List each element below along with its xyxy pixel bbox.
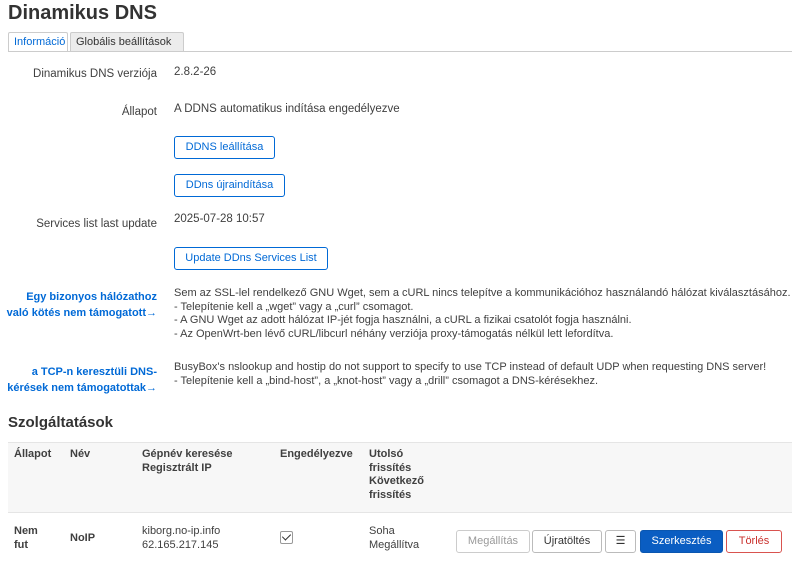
status-label: Állapot — [121, 106, 157, 118]
header-lookup-line: Gépnév keresése — [142, 448, 233, 460]
stop-service-button[interactable]: Megállítás — [456, 530, 530, 553]
service-status-line: Nem — [14, 525, 38, 537]
version-label: Dinamikus DNS verziója — [33, 68, 157, 80]
header-status: Állapot — [14, 448, 52, 460]
warning-link-line: a TCP-n keresztüli DNS- — [31, 366, 157, 378]
warning-line: BusyBox's nslookup and hostip do not sup… — [174, 361, 767, 373]
service-ip: 62.165.217.145 — [142, 538, 219, 551]
tcp-dns-warning-text: BusyBox's nslookup and hostip do not sup… — [174, 361, 766, 388]
edit-service-button[interactable]: Szerkesztés — [640, 530, 723, 553]
page-title: Dinamikus DNS — [8, 2, 157, 24]
warning-link-line: való kötés nem támogatott→ — [6, 307, 157, 319]
service-updates: Soha Megállítva — [369, 525, 419, 552]
tab-information[interactable]: Információ — [8, 32, 68, 52]
status-value: A DDNS automatikus indítása engedélyezve — [174, 103, 400, 115]
service-last-update: Soha — [369, 525, 395, 537]
restart-ddns-button[interactable]: DDns újraindítása — [174, 174, 285, 197]
header-update-line: frissítés — [369, 461, 412, 474]
services-update-value: 2025-07-28 10:57 — [174, 213, 265, 225]
stop-ddns-button[interactable]: DDNS leállítása — [174, 136, 275, 159]
delete-service-button[interactable]: Törlés — [726, 530, 782, 553]
update-services-list-button[interactable]: Update DDns Services List — [174, 247, 328, 270]
warning-line: - Az OpenWrt-ben lévő cURL/libcurl néhán… — [174, 327, 614, 340]
warning-link-line: kérések nem támogatottak→ — [7, 382, 157, 394]
header-update-line: Következő — [369, 475, 425, 487]
header-lookup: Gépnév keresése Regisztrált IP — [142, 448, 233, 475]
header-update-line: Utolsó — [369, 448, 404, 460]
services-table-header: Állapot Név Gépnév keresése Regisztrált … — [8, 442, 792, 512]
table-row: Nem fut NoIP kiborg.no-ip.info 62.165.21… — [8, 512, 792, 564]
tab-global-settings[interactable]: Globális beállítások — [70, 32, 184, 52]
warning-link-line: Egy bizonyos hálózathoz — [26, 291, 157, 303]
header-update-line: frissítés — [369, 488, 412, 501]
service-status-line: fut — [14, 538, 29, 551]
header-lookup-line: Regisztrált IP — [142, 461, 212, 474]
service-hostname: kiborg.no-ip.info — [142, 525, 221, 537]
header-enabled: Engedélyezve — [280, 448, 353, 460]
services-update-label: Services list last update — [36, 218, 157, 230]
service-status: Nem fut — [14, 525, 38, 552]
services-section-title: Szolgáltatások — [8, 414, 114, 431]
warning-line: - A GNU Wget az adott hálózat IP-jét fog… — [174, 314, 632, 326]
warning-line: - Telepítenie kell a „wget” vagy a „curl… — [174, 300, 414, 313]
warning-line: - Telepítenie kell a „bind-host”, a „kno… — [174, 374, 599, 387]
network-binding-warning-link[interactable]: Egy bizonyos hálózathoz való kötés nem t… — [7, 289, 157, 321]
tab-divider — [8, 51, 792, 52]
header-name: Név — [70, 448, 91, 460]
service-lookup: kiborg.no-ip.info 62.165.217.145 — [142, 525, 220, 552]
header-updates: Utolsó frissítés Következő frissítés — [369, 448, 424, 502]
enabled-checkbox[interactable] — [280, 531, 293, 544]
tcp-dns-warning-link[interactable]: a TCP-n keresztüli DNS- kérések nem támo… — [7, 364, 157, 396]
warning-line: Sem az SSL-lel rendelkező GNU Wget, sem … — [174, 287, 791, 299]
reload-service-button[interactable]: Újratöltés — [532, 530, 602, 553]
version-value: 2.8.2-26 — [174, 66, 217, 78]
network-binding-warning-text: Sem az SSL-lel rendelkező GNU Wget, sem … — [174, 287, 791, 341]
service-name: NoIP — [70, 532, 96, 544]
service-next-update: Megállítva — [369, 538, 420, 551]
menu-icon[interactable]: ☰ — [605, 530, 636, 553]
